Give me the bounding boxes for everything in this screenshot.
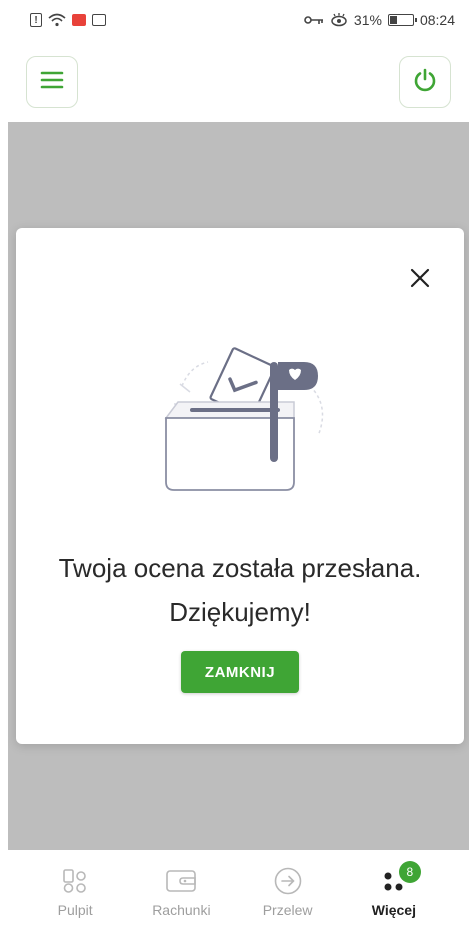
message-line-1: Twoja ocena została przesłana. — [58, 553, 422, 583]
key-icon — [304, 15, 324, 25]
nav-item-pulpit[interactable]: Pulpit — [30, 850, 120, 918]
ballot-box-illustration — [160, 346, 340, 506]
hamburger-menu-icon — [40, 71, 64, 94]
status-right: 31% 08:24 — [304, 12, 455, 28]
wallet-icon — [165, 866, 197, 896]
close-icon — [410, 268, 430, 293]
rating-sent-dialog: Twoja ocena została przesłana. Dziękujem… — [16, 228, 464, 744]
eye-comfort-icon — [330, 13, 348, 27]
status-left: ! — [30, 13, 106, 27]
wallet-notification-icon — [92, 14, 106, 26]
nav-item-rachunki[interactable]: Rachunki — [136, 850, 226, 918]
message-line-2: Dziękujemy! — [169, 597, 311, 627]
nav-label-rachunki: Rachunki — [152, 902, 211, 918]
power-icon — [412, 67, 438, 98]
top-bar — [0, 40, 469, 122]
status-bar: ! 31% 08:24 — [0, 0, 469, 40]
logout-button[interactable] — [399, 56, 451, 108]
confirmation-message: Twoja ocena została przesłana. Dziękujem… — [16, 546, 464, 634]
close-button[interactable]: ZAMKNIJ — [181, 651, 299, 693]
arrow-circle-icon — [273, 866, 303, 896]
nav-item-wiecej[interactable]: 8 Więcej — [349, 850, 439, 918]
nav-label-wiecej: Więcej — [371, 902, 416, 918]
nav-label-pulpit: Pulpit — [57, 902, 93, 918]
nav-item-przelew[interactable]: Przelew — [243, 850, 333, 918]
mail-notification-icon — [72, 14, 86, 26]
nav-label-przelew: Przelew — [262, 902, 313, 918]
close-dialog-button[interactable] — [406, 266, 434, 294]
dashboard-icon — [62, 866, 88, 896]
wifi-icon — [48, 13, 66, 27]
menu-button[interactable] — [26, 56, 78, 108]
battery-percent: 31% — [353, 12, 382, 28]
notification-badge: 8 — [398, 861, 421, 883]
battery-icon — [387, 14, 417, 26]
app-screen: ! 31% 08:24 Twoja ocena została przesłan… — [0, 0, 469, 930]
clock: 08:24 — [419, 12, 455, 28]
alert-icon: ! — [30, 13, 42, 27]
bottom-navigation: Pulpit Rachunki Przelew 8 Więcej — [0, 850, 469, 930]
